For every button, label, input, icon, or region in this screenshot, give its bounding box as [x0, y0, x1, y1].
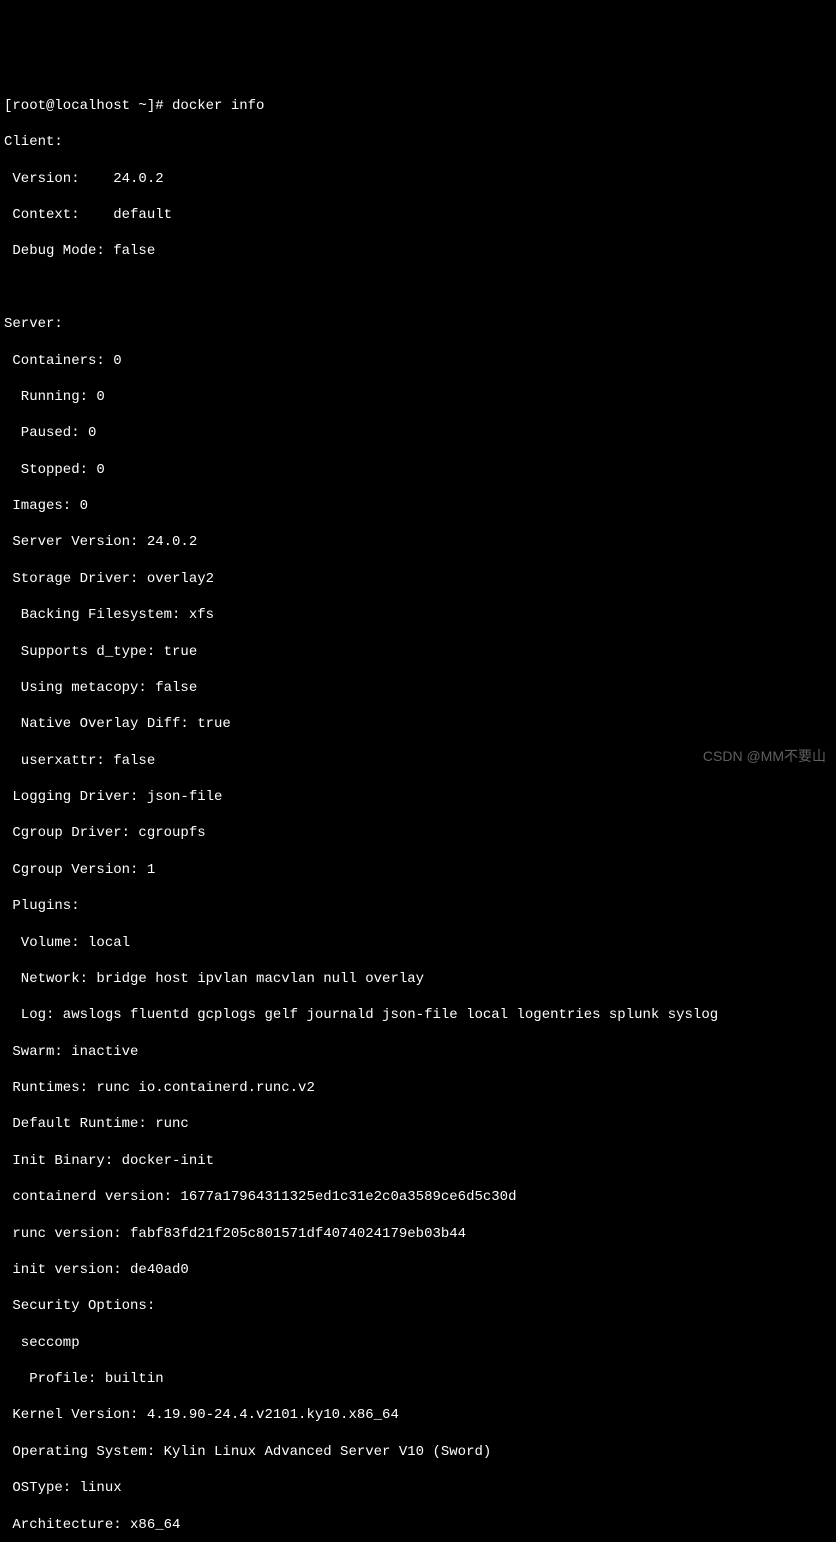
runc-version-line: runc version: fabf83fd21f205c801571df407…: [4, 1225, 832, 1243]
running-line: Running: 0: [4, 388, 832, 406]
volume-line: Volume: local: [4, 934, 832, 952]
containers-line: Containers: 0: [4, 352, 832, 370]
cgroup-driver-line: Cgroup Driver: cgroupfs: [4, 824, 832, 842]
network-line: Network: bridge host ipvlan macvlan null…: [4, 970, 832, 988]
runtimes-line: Runtimes: runc io.containerd.runc.v2: [4, 1079, 832, 1097]
stopped-line: Stopped: 0: [4, 461, 832, 479]
containerd-version-line: containerd version: 1677a17964311325ed1c…: [4, 1188, 832, 1206]
supports-dtype-line: Supports d_type: true: [4, 643, 832, 661]
operating-system-line: Operating System: Kylin Linux Advanced S…: [4, 1443, 832, 1461]
storage-driver-line: Storage Driver: overlay2: [4, 570, 832, 588]
images-line: Images: 0: [4, 497, 832, 515]
blank-line: [4, 279, 832, 297]
init-version-line: init version: de40ad0: [4, 1261, 832, 1279]
watermark: CSDN @MM不要山: [703, 747, 826, 765]
logging-driver-line: Logging Driver: json-file: [4, 788, 832, 806]
plugins-line: Plugins:: [4, 897, 832, 915]
backing-fs-line: Backing Filesystem: xfs: [4, 606, 832, 624]
init-binary-line: Init Binary: docker-init: [4, 1152, 832, 1170]
client-debug: Debug Mode: false: [4, 242, 832, 260]
using-metacopy-line: Using metacopy: false: [4, 679, 832, 697]
architecture-line: Architecture: x86_64: [4, 1516, 832, 1534]
kernel-version-line: Kernel Version: 4.19.90-24.4.v2101.ky10.…: [4, 1406, 832, 1424]
paused-line: Paused: 0: [4, 424, 832, 442]
shell-prompt: [root@localhost ~]#: [4, 97, 172, 115]
log-line: Log: awslogs fluentd gcplogs gelf journa…: [4, 1006, 832, 1024]
profile-line: Profile: builtin: [4, 1370, 832, 1388]
native-overlay-line: Native Overlay Diff: true: [4, 715, 832, 733]
command-line: [root@localhost ~]# docker info: [4, 97, 832, 115]
security-options-line: Security Options:: [4, 1297, 832, 1315]
default-runtime-line: Default Runtime: runc: [4, 1115, 832, 1133]
terminal-output[interactable]: [root@localhost ~]# docker info Client: …: [4, 79, 832, 1542]
ostype-line: OSType: linux: [4, 1479, 832, 1497]
client-header: Client:: [4, 133, 832, 151]
server-version-line: Server Version: 24.0.2: [4, 533, 832, 551]
cgroup-version-line: Cgroup Version: 1: [4, 861, 832, 879]
server-header: Server:: [4, 315, 832, 333]
swarm-line: Swarm: inactive: [4, 1043, 832, 1061]
client-version: Version: 24.0.2: [4, 170, 832, 188]
seccomp-line: seccomp: [4, 1334, 832, 1352]
client-context: Context: default: [4, 206, 832, 224]
command-text: docker info: [172, 97, 264, 115]
